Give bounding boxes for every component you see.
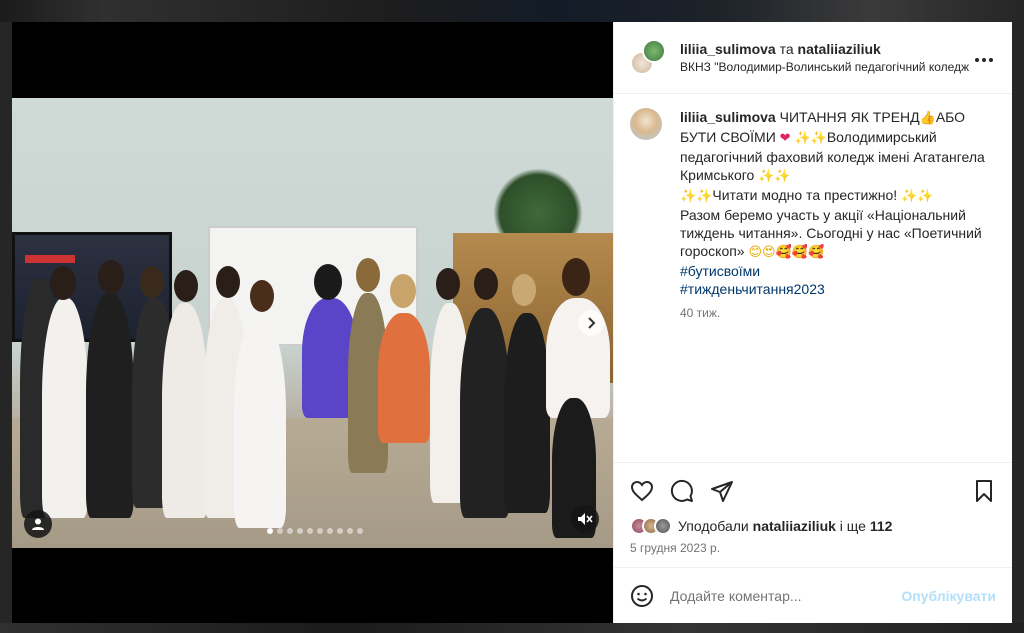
head — [390, 274, 416, 308]
comment-input[interactable] — [670, 587, 902, 604]
likes-prefix: Уподобали — [678, 518, 749, 534]
collab-users: liliia_sulimova та nataliiaziliuk — [680, 41, 972, 57]
person — [86, 293, 134, 518]
caption-line: Разом беремо участь у акції «Національни… — [680, 207, 982, 259]
person — [42, 298, 88, 518]
more-options-button[interactable] — [972, 46, 996, 69]
hashtag-link[interactable]: #бутисвоїми — [680, 262, 996, 280]
sparkles-emoji: ✨✨ — [680, 189, 713, 204]
head — [216, 266, 240, 298]
caption-row: liliia_sulimova ЧИТАННЯ ЯК ТРЕНД👍АБО БУТ… — [630, 108, 996, 320]
avatar[interactable] — [642, 38, 666, 63]
username-link[interactable]: liliia_sulimova — [680, 109, 776, 125]
sparkles-emoji: ✨✨ — [794, 131, 827, 146]
head — [140, 266, 164, 298]
post-media[interactable] — [12, 22, 613, 623]
more-horizontal-icon — [975, 58, 993, 62]
sparkles-emoji: ✨✨ — [758, 169, 791, 184]
avatar[interactable] — [630, 108, 662, 140]
caption-line: Читати модно та престижно! — [712, 187, 898, 203]
publish-button[interactable]: Опублікувати — [901, 588, 996, 604]
action-icons — [630, 471, 996, 511]
likes-and: і ще — [839, 518, 866, 534]
heart-icon[interactable] — [630, 479, 654, 503]
head — [50, 266, 76, 300]
caption-area: liliia_sulimova ЧИТАННЯ ЯК ТРЕНД👍АБО БУТ… — [614, 94, 1012, 462]
carousel-dot[interactable] — [267, 528, 273, 534]
comment-icon[interactable] — [670, 479, 694, 503]
chevron-right-icon — [588, 317, 596, 329]
location-link[interactable]: ВКНЗ "Володимир-Волинський педагогічний … — [680, 60, 972, 74]
caption-text: liliia_sulimova ЧИТАННЯ ЯК ТРЕНД👍АБО БУТ… — [680, 108, 996, 298]
person — [460, 308, 510, 518]
avatar — [654, 517, 672, 535]
video-frame — [12, 98, 613, 548]
mute-button[interactable] — [571, 505, 599, 533]
head — [474, 268, 498, 300]
head — [250, 280, 274, 312]
carousel-dots — [267, 528, 363, 534]
post-modal: liliia_sulimova та nataliiaziliuk ВКНЗ "… — [12, 22, 1012, 623]
actions-section: Уподобали nataliiaziliuk і ще 112 5 груд… — [614, 462, 1012, 567]
username-link[interactable]: nataliiaziliuk — [753, 518, 836, 534]
muted-speaker-icon — [578, 513, 593, 525]
head — [562, 258, 590, 296]
post-date[interactable]: 5 грудня 2023 р. — [630, 541, 996, 555]
carousel-dot[interactable] — [307, 528, 313, 534]
smiley-icon[interactable] — [630, 584, 654, 608]
carousel-next-button[interactable] — [578, 310, 604, 336]
likes-text: Уподобали nataliiaziliuk і ще 112 — [678, 518, 892, 534]
likes-summary[interactable]: Уподобали nataliiaziliuk і ще 112 — [630, 517, 996, 535]
send-icon[interactable] — [710, 479, 734, 503]
carousel-dot[interactable] — [297, 528, 303, 534]
collab-avatars[interactable] — [630, 38, 668, 77]
caption-body: liliia_sulimova ЧИТАННЯ ЯК ТРЕНД👍АБО БУТ… — [680, 108, 996, 320]
comment-form: Опублікувати — [614, 567, 1012, 623]
username-link[interactable]: liliia_sulimova — [680, 41, 776, 57]
head — [436, 268, 460, 300]
heart-emoji: ❤ — [779, 131, 791, 146]
caption-line: ЧИТАННЯ ЯК ТРЕНД — [779, 109, 920, 125]
carousel-dot[interactable] — [287, 528, 293, 534]
head — [356, 258, 380, 292]
faces-emoji: 😊😍🥰🥰🥰 — [748, 245, 825, 260]
carousel-dot[interactable] — [357, 528, 363, 534]
thumbs-up-emoji: 👍 — [919, 111, 936, 126]
carousel-dot[interactable] — [327, 528, 333, 534]
caption-timestamp[interactable]: 40 тиж. — [680, 306, 996, 320]
bookmark-icon[interactable] — [972, 479, 996, 503]
person — [378, 313, 430, 443]
head — [314, 264, 342, 300]
username-link[interactable]: nataliiaziliuk — [798, 41, 881, 57]
joiner-text: та — [779, 41, 794, 57]
person — [234, 318, 286, 528]
person — [504, 313, 550, 513]
tagged-users-button[interactable] — [24, 510, 52, 538]
post-header: liliia_sulimova та nataliiaziliuk ВКНЗ "… — [614, 22, 1012, 94]
carousel-dot[interactable] — [347, 528, 353, 534]
user-tag-icon — [32, 518, 44, 530]
carousel-dot[interactable] — [337, 528, 343, 534]
sparkles-emoji: ✨✨ — [901, 189, 934, 204]
head — [174, 270, 198, 302]
head — [98, 260, 124, 294]
carousel-dot[interactable] — [277, 528, 283, 534]
header-text: liliia_sulimova та nataliiaziliuk ВКНЗ "… — [680, 41, 972, 74]
post-side-panel: liliia_sulimova та nataliiaziliuk ВКНЗ "… — [613, 22, 1012, 623]
person — [162, 303, 208, 518]
head — [512, 274, 536, 306]
likes-count[interactable]: 112 — [870, 518, 893, 534]
hashtag-link[interactable]: #тижденьчитання2023 — [680, 280, 996, 298]
carousel-dot[interactable] — [317, 528, 323, 534]
